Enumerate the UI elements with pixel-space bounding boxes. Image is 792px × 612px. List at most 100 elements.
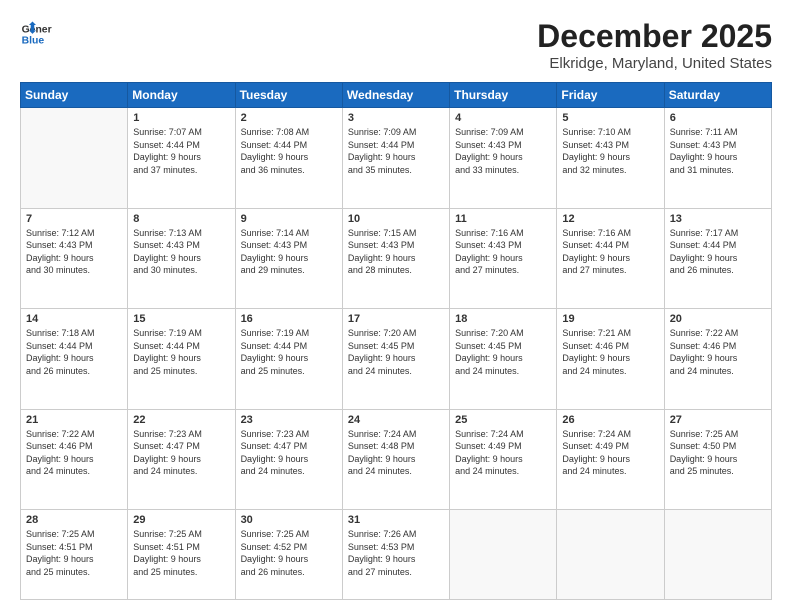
calendar-cell: 3 Sunrise: 7:09 AMSunset: 4:44 PMDaylight… <box>342 108 449 209</box>
day-number: 21 <box>26 414 122 426</box>
day-info: Sunrise: 7:08 AMSunset: 4:44 PMDaylight:… <box>241 126 337 176</box>
calendar-cell: 5 Sunrise: 7:10 AMSunset: 4:43 PMDaylight… <box>557 108 664 209</box>
calendar-cell: 21 Sunrise: 7:22 AMSunset: 4:46 PMDayligh… <box>21 409 128 510</box>
calendar-cell: 10 Sunrise: 7:15 AMSunset: 4:43 PMDayligh… <box>342 208 449 309</box>
day-info: Sunrise: 7:23 AMSunset: 4:47 PMDaylight:… <box>133 428 229 478</box>
day-info: Sunrise: 7:22 AMSunset: 4:46 PMDaylight:… <box>670 327 766 377</box>
weekday-header-thursday: Thursday <box>450 83 557 108</box>
calendar-cell: 7 Sunrise: 7:12 AMSunset: 4:43 PMDaylight… <box>21 208 128 309</box>
calendar-cell: 17Sunrise: 7:20 AMSunset: 4:45 PMDayligh… <box>342 309 449 410</box>
calendar-cell: 30Sunrise: 7:25 AMSunset: 4:52 PMDayligh… <box>235 510 342 600</box>
weekday-header-tuesday: Tuesday <box>235 83 342 108</box>
day-number: 12 <box>562 213 658 225</box>
day-number: 20 <box>670 313 766 325</box>
day-info: Sunrise: 7:25 AMSunset: 4:51 PMDaylight:… <box>26 528 122 578</box>
day-info: Sunrise: 7:07 AMSunset: 4:44 PMDaylight:… <box>133 126 229 176</box>
weekday-header-friday: Friday <box>557 83 664 108</box>
day-info: Sunrise: 7:19 AMSunset: 4:44 PMDaylight:… <box>241 327 337 377</box>
header: General Blue December 2025 Elkridge, Mar… <box>20 18 772 72</box>
day-number: 27 <box>670 414 766 426</box>
day-info: Sunrise: 7:18 AMSunset: 4:44 PMDaylight:… <box>26 327 122 377</box>
week-row-4: 21 Sunrise: 7:22 AMSunset: 4:46 PMDayligh… <box>21 409 772 510</box>
day-info: Sunrise: 7:10 AMSunset: 4:43 PMDaylight:… <box>562 126 658 176</box>
day-info: Sunrise: 7:24 AMSunset: 4:48 PMDaylight:… <box>348 428 444 478</box>
day-info: Sunrise: 7:09 AMSunset: 4:44 PMDaylight:… <box>348 126 444 176</box>
day-info: Sunrise: 7:23 AMSunset: 4:47 PMDaylight:… <box>241 428 337 478</box>
day-number: 23 <box>241 414 337 426</box>
calendar-cell: 6Sunrise: 7:11 AMSunset: 4:43 PMDaylight… <box>664 108 771 209</box>
svg-text:General: General <box>22 24 52 35</box>
day-number: 3 <box>348 112 444 124</box>
calendar-cell: 16Sunrise: 7:19 AMSunset: 4:44 PMDayligh… <box>235 309 342 410</box>
day-info: Sunrise: 7:26 AMSunset: 4:53 PMDaylight:… <box>348 528 444 578</box>
day-info: Sunrise: 7:21 AMSunset: 4:46 PMDaylight:… <box>562 327 658 377</box>
day-number: 24 <box>348 414 444 426</box>
calendar-cell <box>664 510 771 600</box>
subtitle: Elkridge, Maryland, United States <box>537 55 772 72</box>
weekday-header-saturday: Saturday <box>664 83 771 108</box>
day-info: Sunrise: 7:20 AMSunset: 4:45 PMDaylight:… <box>455 327 551 377</box>
svg-text:Blue: Blue <box>22 36 45 47</box>
calendar-cell: 25Sunrise: 7:24 AMSunset: 4:49 PMDayligh… <box>450 409 557 510</box>
day-number: 14 <box>26 313 122 325</box>
day-info: Sunrise: 7:25 AMSunset: 4:50 PMDaylight:… <box>670 428 766 478</box>
week-row-5: 28Sunrise: 7:25 AMSunset: 4:51 PMDayligh… <box>21 510 772 600</box>
day-info: Sunrise: 7:16 AMSunset: 4:43 PMDaylight:… <box>455 227 551 277</box>
day-number: 15 <box>133 313 229 325</box>
day-info: Sunrise: 7:24 AMSunset: 4:49 PMDaylight:… <box>455 428 551 478</box>
day-info: Sunrise: 7:24 AMSunset: 4:49 PMDaylight:… <box>562 428 658 478</box>
calendar-cell: 31 Sunrise: 7:26 AMSunset: 4:53 PMDayligh… <box>342 510 449 600</box>
calendar-cell: 1Sunrise: 7:07 AMSunset: 4:44 PMDaylight… <box>128 108 235 209</box>
day-number: 2 <box>241 112 337 124</box>
day-info: Sunrise: 7:14 AMSunset: 4:43 PMDaylight:… <box>241 227 337 277</box>
calendar-cell: 27 Sunrise: 7:25 AMSunset: 4:50 PMDayligh… <box>664 409 771 510</box>
day-number: 7 <box>26 213 122 225</box>
day-number: 18 <box>455 313 551 325</box>
calendar-cell: 15 Sunrise: 7:19 AMSunset: 4:44 PMDayligh… <box>128 309 235 410</box>
day-info: Sunrise: 7:20 AMSunset: 4:45 PMDaylight:… <box>348 327 444 377</box>
day-info: Sunrise: 7:12 AMSunset: 4:43 PMDaylight:… <box>26 227 122 277</box>
day-info: Sunrise: 7:25 AMSunset: 4:51 PMDaylight:… <box>133 528 229 578</box>
calendar-cell: 26 Sunrise: 7:24 AMSunset: 4:49 PMDayligh… <box>557 409 664 510</box>
calendar-cell: 18 Sunrise: 7:20 AMSunset: 4:45 PMDayligh… <box>450 309 557 410</box>
day-info: Sunrise: 7:09 AMSunset: 4:43 PMDaylight:… <box>455 126 551 176</box>
day-number: 13 <box>670 213 766 225</box>
day-number: 19 <box>562 313 658 325</box>
day-number: 5 <box>562 112 658 124</box>
day-number: 10 <box>348 213 444 225</box>
weekday-header-wednesday: Wednesday <box>342 83 449 108</box>
calendar-cell: 29 Sunrise: 7:25 AMSunset: 4:51 PMDayligh… <box>128 510 235 600</box>
day-number: 26 <box>562 414 658 426</box>
calendar-cell: 20 Sunrise: 7:22 AMSunset: 4:46 PMDayligh… <box>664 309 771 410</box>
day-number: 31 <box>348 514 444 526</box>
calendar-cell: 13 Sunrise: 7:17 AMSunset: 4:44 PMDayligh… <box>664 208 771 309</box>
calendar-cell: 9 Sunrise: 7:14 AMSunset: 4:43 PMDaylight… <box>235 208 342 309</box>
day-info: Sunrise: 7:16 AMSunset: 4:44 PMDaylight:… <box>562 227 658 277</box>
calendar-cell: 24 Sunrise: 7:24 AMSunset: 4:48 PMDayligh… <box>342 409 449 510</box>
calendar-cell: 19 Sunrise: 7:21 AMSunset: 4:46 PMDayligh… <box>557 309 664 410</box>
calendar-cell: 14 Sunrise: 7:18 AMSunset: 4:44 PMDayligh… <box>21 309 128 410</box>
title-block: December 2025 Elkridge, Maryland, United… <box>537 18 772 72</box>
logo: General Blue <box>20 18 52 50</box>
calendar-cell: 4Sunrise: 7:09 AMSunset: 4:43 PMDaylight… <box>450 108 557 209</box>
day-number: 29 <box>133 514 229 526</box>
day-info: Sunrise: 7:17 AMSunset: 4:44 PMDaylight:… <box>670 227 766 277</box>
calendar: SundayMondayTuesdayWednesdayThursdayFrid… <box>20 82 772 600</box>
week-row-2: 7 Sunrise: 7:12 AMSunset: 4:43 PMDaylight… <box>21 208 772 309</box>
day-number: 30 <box>241 514 337 526</box>
calendar-cell <box>557 510 664 600</box>
day-info: Sunrise: 7:19 AMSunset: 4:44 PMDaylight:… <box>133 327 229 377</box>
calendar-cell: 2 Sunrise: 7:08 AMSunset: 4:44 PMDaylight… <box>235 108 342 209</box>
calendar-cell <box>21 108 128 209</box>
day-info: Sunrise: 7:22 AMSunset: 4:46 PMDaylight:… <box>26 428 122 478</box>
day-info: Sunrise: 7:15 AMSunset: 4:43 PMDaylight:… <box>348 227 444 277</box>
calendar-cell <box>450 510 557 600</box>
day-number: 8 <box>133 213 229 225</box>
calendar-cell: 11 Sunrise: 7:16 AMSunset: 4:43 PMDayligh… <box>450 208 557 309</box>
weekday-header-row: SundayMondayTuesdayWednesdayThursdayFrid… <box>21 83 772 108</box>
calendar-cell: 23 Sunrise: 7:23 AMSunset: 4:47 PMDayligh… <box>235 409 342 510</box>
day-number: 11 <box>455 213 551 225</box>
main-title: December 2025 <box>537 18 772 55</box>
day-number: 9 <box>241 213 337 225</box>
day-info: Sunrise: 7:13 AMSunset: 4:43 PMDaylight:… <box>133 227 229 277</box>
